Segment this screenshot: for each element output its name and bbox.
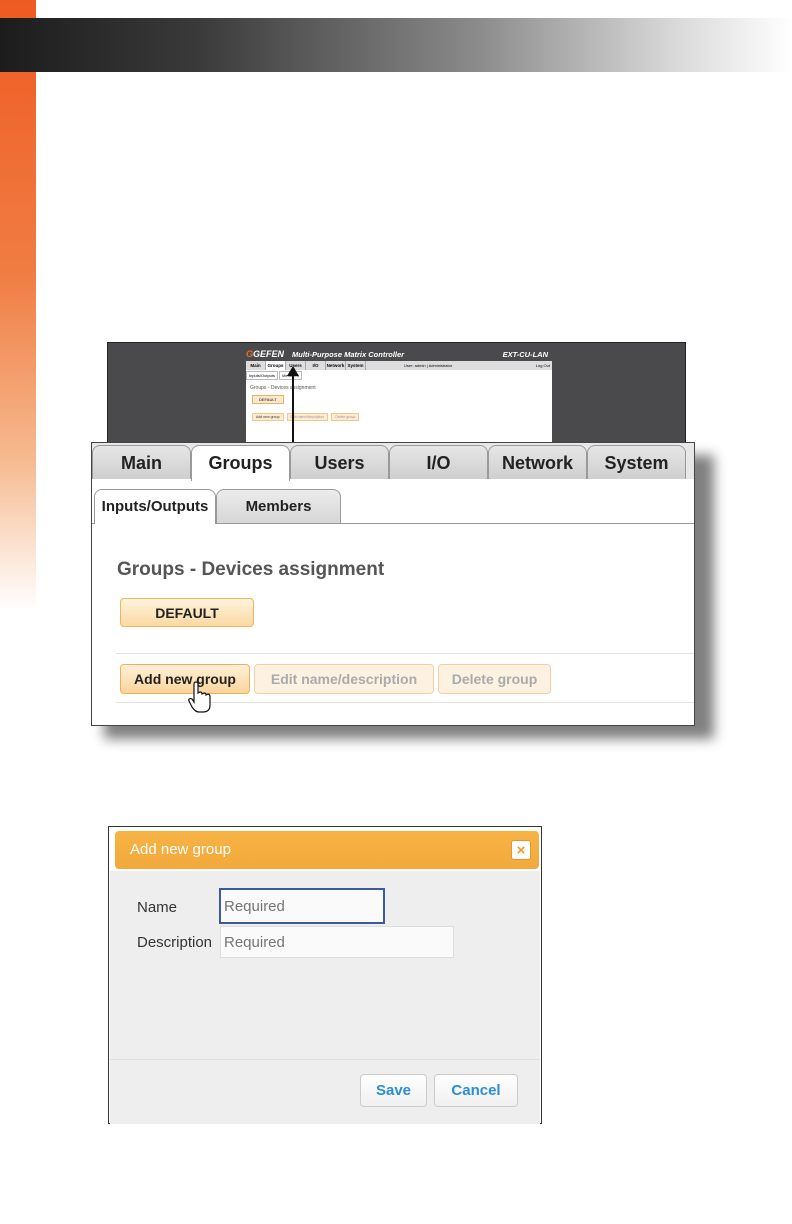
- thumbnail-buttons: Add new group Edit name/description Dele…: [252, 413, 361, 421]
- thumbnail-tab-groups: Groups: [266, 361, 286, 370]
- cancel-button[interactable]: Cancel: [434, 1074, 518, 1107]
- add-group-dialog: Add new group × Name Description Save Ca…: [108, 826, 542, 1124]
- default-group-button[interactable]: DEFAULT: [120, 598, 254, 627]
- save-button[interactable]: Save: [360, 1074, 427, 1107]
- thumbnail-delete-button: Delete group: [331, 413, 360, 421]
- thumbnail-tab-network: Network: [326, 361, 346, 370]
- callout-arrow-line: [292, 372, 294, 444]
- dialog-footer: Save Cancel: [110, 1059, 540, 1124]
- tab-main[interactable]: Main: [92, 445, 191, 479]
- thumbnail-add-button: Add new group: [252, 413, 284, 421]
- tab-network[interactable]: Network: [488, 445, 587, 479]
- thumbnail-logout: Log Out: [535, 363, 550, 368]
- zoomed-groups-panel: Main Groups Users I/O Network System Inp…: [91, 442, 695, 726]
- thumbnail-app-title: Multi-Purpose Matrix Controller: [292, 350, 405, 359]
- tab-groups[interactable]: Groups: [191, 445, 290, 481]
- tab-users[interactable]: Users: [290, 445, 389, 479]
- page-header-band: [0, 18, 792, 72]
- edit-name-description-button[interactable]: Edit name/description: [254, 664, 434, 694]
- page-title: Groups - Devices assignment: [117, 559, 385, 580]
- thumbnail-user-info: User: admin | Administrator: [404, 363, 453, 368]
- dialog-header: Add new group ×: [115, 831, 539, 869]
- thumbnail-tab-io: I/O: [306, 361, 326, 370]
- add-new-group-button[interactable]: Add new group: [120, 664, 250, 694]
- thumbnail-heading: Groups - Devices assignment: [250, 385, 316, 391]
- hand-cursor-icon: [188, 681, 211, 713]
- delete-group-button[interactable]: Delete group: [438, 664, 551, 694]
- name-label: Name: [137, 899, 178, 916]
- name-field[interactable]: [219, 888, 385, 924]
- thumbnail-subtab-inputs-outputs: Inputs/Outputs: [246, 371, 279, 380]
- thumbnail-model: EXT-CU-LAN: [502, 350, 548, 359]
- thumbnail-screenshot: GGEFEN Multi-Purpose Matrix Controller E…: [107, 342, 686, 446]
- tab-members[interactable]: Members: [216, 489, 341, 523]
- callout-arrow-icon: [287, 366, 299, 376]
- close-icon[interactable]: ×: [511, 840, 531, 860]
- description-field[interactable]: [220, 926, 454, 958]
- tab-io[interactable]: I/O: [389, 445, 488, 479]
- tab-inputs-outputs[interactable]: Inputs/Outputs: [94, 489, 216, 524]
- dialog-title: Add new group: [130, 841, 231, 858]
- description-label: Description: [137, 934, 213, 951]
- dialog-body: Name Description: [110, 871, 540, 1059]
- page-side-bar: [0, 0, 36, 610]
- thumbnail-tab-main: Main: [246, 361, 266, 370]
- gefen-logo: GGEFEN: [246, 349, 285, 359]
- tab-system[interactable]: System: [587, 445, 686, 479]
- divider: [116, 653, 694, 654]
- main-tabs: Main Groups Users I/O Network System: [92, 443, 694, 481]
- thumbnail-default-group: DEFAULT: [252, 395, 284, 404]
- thumbnail-tab-system: System: [346, 361, 366, 370]
- thumbnail-title-bar: GGEFEN Multi-Purpose Matrix Controller E…: [246, 347, 548, 361]
- sub-tabs: Inputs/Outputs Members: [92, 489, 694, 524]
